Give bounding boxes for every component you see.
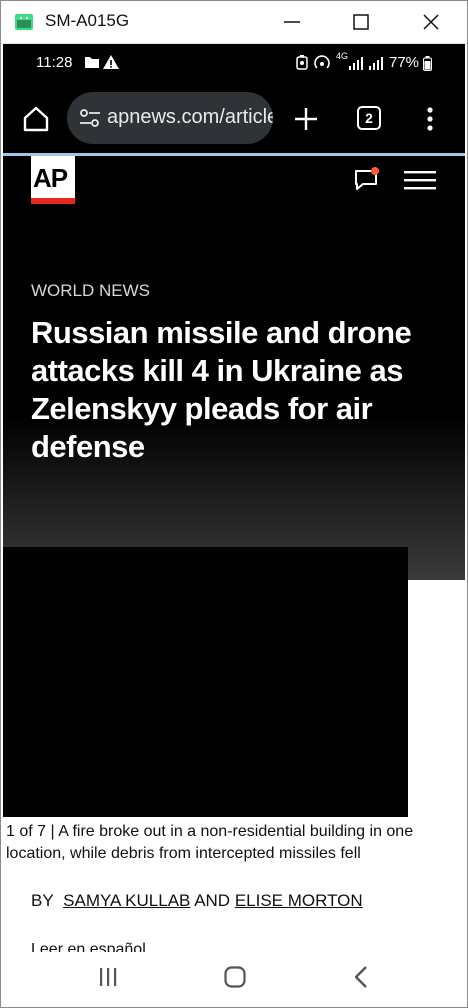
ap-logo[interactable]: AP [31, 156, 75, 204]
byline: BY SAMYA KULLAB AND ELISE MORTON [31, 891, 363, 911]
battery-icon [423, 56, 432, 71]
article-hero: AP WORLD NEWS Russian missile and drone … [3, 156, 465, 580]
menu-icon[interactable] [404, 170, 436, 192]
network-type: 4G [336, 51, 349, 61]
comments-icon[interactable] [353, 166, 381, 192]
ap-logo-text: AP [33, 163, 68, 193]
article-headline: Russian missile and drone attacks kill 4… [31, 315, 412, 464]
author-link-2[interactable]: ELISE MORTON [235, 891, 363, 910]
web-page: AP WORLD NEWS Russian missile and drone … [3, 156, 465, 952]
status-bar: 11:28 4G 77% [3, 44, 465, 82]
new-tab-icon[interactable] [293, 106, 319, 132]
tab-switcher-button[interactable]: 2 [357, 106, 381, 130]
home-icon[interactable] [22, 105, 50, 133]
folder-icon [85, 57, 99, 68]
author-link-1[interactable]: SAMYA KULLAB [63, 891, 190, 910]
back-icon[interactable] [353, 965, 369, 989]
address-bar[interactable]: apnews.com/article [67, 92, 273, 144]
phone-screen: 11:28 4G 77% apnews.com/article 2 AP WOR… [3, 44, 465, 1005]
battery-saver-icon [296, 55, 308, 70]
status-time: 11:28 [36, 54, 73, 71]
byline-prefix: BY [31, 891, 54, 910]
url-text[interactable]: apnews.com/article [107, 106, 273, 129]
hotspot-icon [314, 55, 330, 69]
android-icon [15, 14, 33, 30]
warning-icon [103, 55, 119, 69]
browser-toolbar: apnews.com/article 2 [3, 84, 465, 152]
signal-icon [349, 57, 383, 70]
minimize-button[interactable] [278, 8, 306, 36]
image-caption: 1 of 7 | A fire broke out in a non-resid… [6, 821, 426, 865]
maximize-button[interactable] [347, 8, 375, 36]
caption-counter: 1 of 7 | [6, 823, 55, 840]
window-title: SM-A015G [45, 11, 130, 30]
window-titlebar: SM-A015G [0, 0, 468, 44]
caption-text: A fire broke out in a non-residential bu… [6, 823, 414, 862]
battery-percent: 77% [389, 54, 420, 71]
navigation-bar [3, 952, 465, 1005]
ap-logo-stripe [31, 198, 75, 204]
spanish-version-link[interactable]: Leer en español [31, 941, 146, 952]
article-category[interactable]: WORLD NEWS [31, 281, 150, 301]
article-image[interactable] [3, 547, 408, 817]
recent-apps-icon[interactable] [97, 966, 119, 988]
home-nav-icon[interactable] [223, 965, 247, 989]
close-button[interactable] [417, 8, 445, 36]
byline-and: AND [194, 891, 231, 910]
more-options-icon[interactable] [426, 106, 434, 132]
site-settings-icon[interactable] [79, 108, 101, 128]
